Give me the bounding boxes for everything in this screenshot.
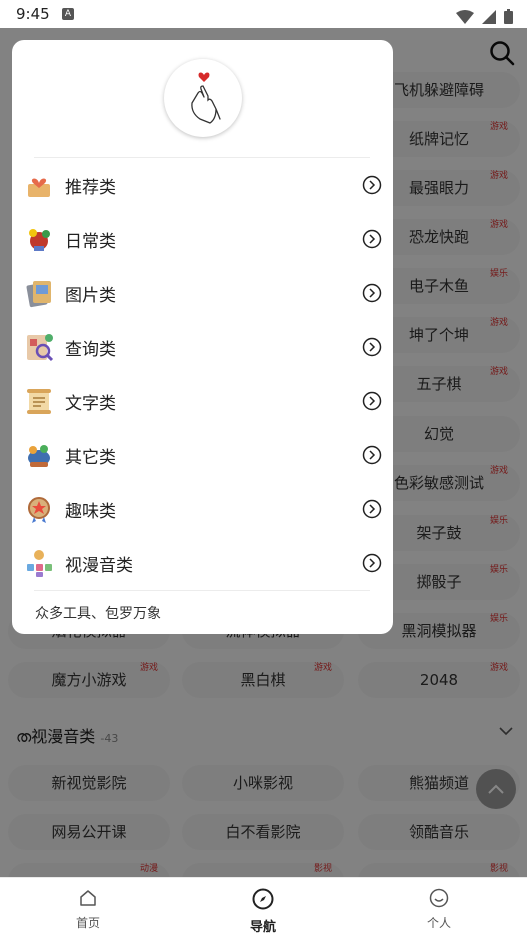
status-bar: 9:45 A [0, 0, 527, 28]
menu-item-picture[interactable]: 图片类 [12, 266, 393, 320]
category-menu: 推荐类 日常类 图片类 查询类 文字类 其它类 趣味类 视漫音类 众多工具、包罗… [12, 40, 393, 634]
menu-item-fun[interactable]: 趣味类 [12, 482, 393, 536]
signal-icon [481, 9, 496, 24]
chevron-right-icon [362, 283, 382, 303]
recommend-icon [28, 178, 50, 197]
tab-home[interactable]: 首页 [38, 888, 138, 931]
home-icon [80, 890, 96, 906]
menu-item-other[interactable]: 其它类 [12, 428, 393, 482]
chevron-right-icon [362, 553, 382, 573]
chevron-right-icon [362, 175, 382, 195]
status-time: 9:45 [16, 5, 50, 23]
chevron-right-icon [362, 229, 382, 249]
chevron-right-icon [362, 499, 382, 519]
smile-icon [429, 888, 449, 908]
text-icon [27, 389, 51, 414]
daily-icon [29, 229, 50, 251]
chevron-right-icon [362, 337, 382, 357]
status-icons [453, 6, 513, 25]
battery-icon [504, 9, 513, 24]
menu-item-recommend[interactable]: 推荐类 [12, 158, 393, 212]
menu-item-query[interactable]: 查询类 [12, 320, 393, 374]
tab-navigation[interactable]: 导航 [213, 888, 313, 935]
compass-icon [252, 888, 274, 910]
bottom-tab-bar: 首页 导航 个人 [0, 877, 527, 939]
menu-footer: 众多工具、包罗万象 [35, 606, 161, 622]
menu-item-daily[interactable]: 日常类 [12, 212, 393, 266]
media-icon [27, 550, 52, 577]
avatar [164, 59, 242, 137]
query-icon [27, 334, 54, 362]
fun-icon [28, 497, 50, 523]
menu-item-text[interactable]: 文字类 [12, 374, 393, 428]
chevron-right-icon [362, 391, 382, 411]
wifi-icon [455, 9, 474, 24]
finger-heart-icon [191, 72, 221, 124]
tab-profile[interactable]: 个人 [389, 888, 489, 931]
picture-icon [26, 281, 51, 308]
divider [34, 590, 370, 591]
other-icon [28, 445, 50, 467]
chevron-right-icon [362, 445, 382, 465]
notification-icon: A [62, 8, 74, 20]
menu-item-media[interactable]: 视漫音类 [12, 536, 393, 590]
